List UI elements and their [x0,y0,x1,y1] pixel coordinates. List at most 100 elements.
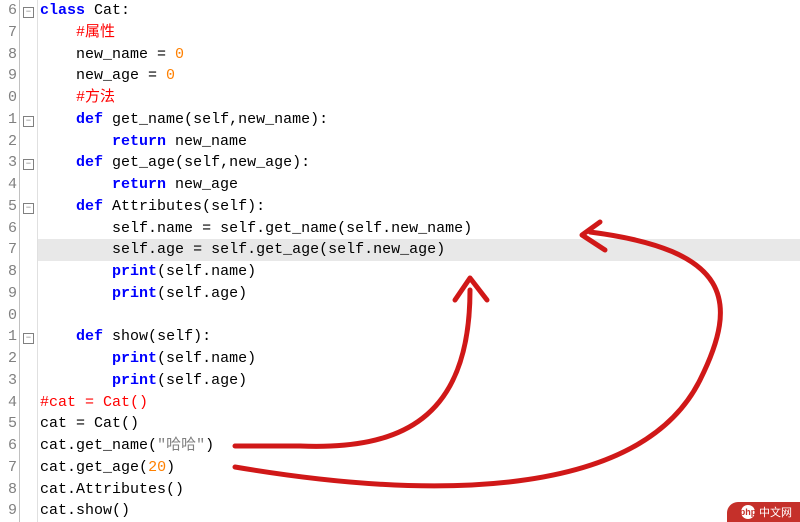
fold-cell [20,305,37,327]
token-op: ( [319,241,328,258]
line-number: 5 [0,196,17,218]
token-op: ( [157,372,166,389]
token-op: ) [238,372,247,389]
token-sp [40,241,112,258]
token-op: ( [337,220,346,237]
token-op: ) [310,111,319,128]
token-id: get_name [76,437,148,454]
token-op: : [202,328,211,345]
fold-cell: − [20,152,37,174]
code-line: print(self.age) [38,370,800,392]
token-id: cat [40,481,67,498]
fold-cell [20,87,37,109]
code-line: return new_name [38,131,800,153]
token-sp [40,46,76,63]
token-com: #属性 [76,24,115,41]
line-number: 4 [0,174,17,196]
token-id: self [346,220,382,237]
token-kw: def [76,198,112,215]
line-number: 7 [0,239,17,261]
token-id: self [112,241,148,258]
token-id: age [157,241,193,258]
token-id: name [157,220,202,237]
fold-cell [20,218,37,240]
line-number: 1 [0,326,17,348]
code-line: cat.show() [38,500,800,522]
code-line: #方法 [38,87,800,109]
code-line: new_age = 0 [38,65,800,87]
token-id: get_name [265,220,337,237]
fold-cell: − [20,326,37,348]
token-kw: return [112,133,175,150]
token-op: , [229,111,238,128]
token-op: : [256,198,265,215]
token-sp [40,67,76,84]
token-id: self [220,220,256,237]
code-line: new_name = 0 [38,44,800,66]
token-op: . [67,437,76,454]
line-number: 7 [0,457,17,479]
line-number: 9 [0,500,17,522]
fold-cell: − [20,0,37,22]
token-op: ( [157,285,166,302]
token-id: cat [40,415,76,432]
code-line: cat.get_age(20) [38,457,800,479]
fold-minus-icon[interactable]: − [23,116,34,127]
token-op: . [202,372,211,389]
fold-cell [20,174,37,196]
token-sp [40,198,76,215]
token-op: ) [436,241,445,258]
token-kw: print [112,350,157,367]
fold-cell [20,457,37,479]
code-line: #属性 [38,22,800,44]
line-number: 5 [0,413,17,435]
token-op: = [76,415,94,432]
token-op: ) [292,154,301,171]
line-number: 3 [0,152,17,174]
token-sp [40,328,76,345]
token-op: : [121,2,130,19]
line-number: 8 [0,261,17,283]
line-number: 7 [0,22,17,44]
fold-minus-icon[interactable]: − [23,159,34,170]
token-id: age [211,372,238,389]
token-op: ( [139,459,148,476]
token-id: self [211,198,247,215]
token-sp [40,89,76,106]
code-line: cat.Attributes() [38,479,800,501]
token-id: show [76,502,112,519]
token-op: () [166,481,184,498]
token-id: name [211,263,247,280]
token-id: Attributes [76,481,166,498]
code-line: return new_age [38,174,800,196]
fold-minus-icon[interactable]: − [23,203,34,214]
line-number: 6 [0,0,17,22]
fold-minus-icon[interactable]: − [23,333,34,344]
token-kw: class [40,2,94,19]
watermark-badge: php 中文网 [727,502,800,522]
line-number: 1 [0,109,17,131]
fold-cell: − [20,109,37,131]
watermark-text: 中文网 [759,504,792,520]
line-number: 0 [0,87,17,109]
token-op: . [67,481,76,498]
line-number: 3 [0,370,17,392]
token-kw: def [76,328,112,345]
fold-cell [20,239,37,261]
token-id: new_name [391,220,463,237]
token-sp [40,133,112,150]
token-kw: def [76,111,112,128]
fold-minus-icon[interactable]: − [23,7,34,18]
fold-cell [20,500,37,522]
code-area: class Cat: #属性 new_name = 0 new_age = 0 … [38,0,800,522]
fold-cell [20,479,37,501]
token-sp [40,263,112,280]
code-line: cat = Cat() [38,413,800,435]
fold-cell [20,65,37,87]
token-op: ( [202,198,211,215]
code-editor: 678901234567890123456789 −−−−− class Cat… [0,0,800,522]
token-kw: print [112,372,157,389]
token-op: . [247,241,256,258]
token-op: ) [463,220,472,237]
token-id: cat [40,459,67,476]
